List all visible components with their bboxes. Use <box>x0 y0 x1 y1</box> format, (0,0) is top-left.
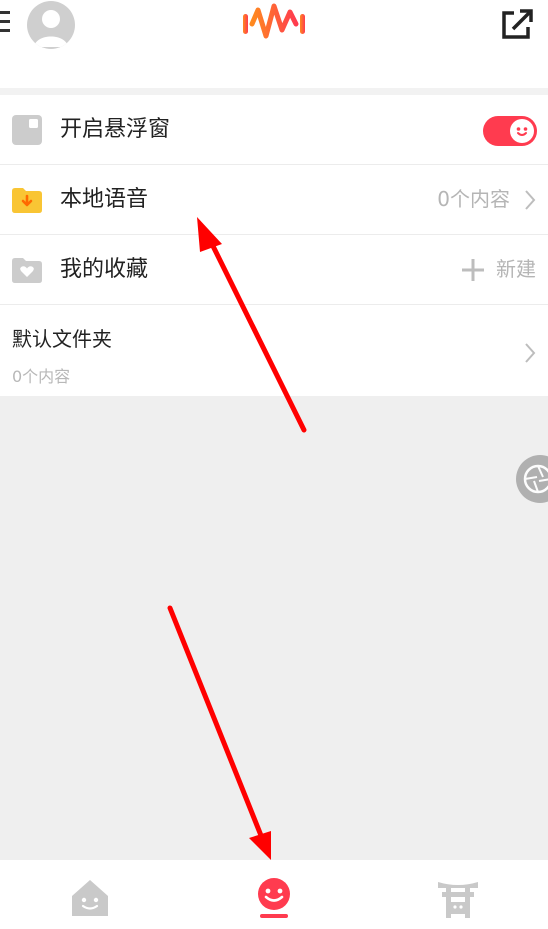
toggle-knob <box>510 119 534 143</box>
home-face-icon[interactable] <box>68 876 112 920</box>
floating-ball-button[interactable] <box>516 455 548 503</box>
heart-folder-icon <box>12 258 42 283</box>
smile-face-icon <box>516 127 528 136</box>
floating-window-toggle[interactable] <box>483 116 537 146</box>
soundwave-logo-icon <box>243 3 305 39</box>
menu-icon[interactable] <box>0 9 10 35</box>
top-bar <box>0 0 548 88</box>
bottom-tab-bar <box>0 860 548 929</box>
favorites-label: 我的收藏 <box>60 257 149 282</box>
plus-icon[interactable] <box>462 259 484 281</box>
default-folder-row[interactable]: 默认文件夹 0个内容 <box>0 305 548 397</box>
floating-window-icon <box>12 115 42 145</box>
default-folder-title: 默认文件夹 <box>12 327 112 351</box>
local-voice-count: 0个内容 <box>437 187 510 211</box>
share-icon[interactable] <box>500 7 536 41</box>
chevron-right-icon <box>525 190 536 210</box>
avatar-icon <box>34 10 68 47</box>
shrine-gate-icon[interactable] <box>436 876 480 920</box>
floating-window-row[interactable]: 开启悬浮窗 <box>0 95 548 165</box>
local-voice-label: 本地语音 <box>60 187 149 212</box>
default-folder-count: 0个内容 <box>12 367 71 386</box>
empty-content-area <box>0 396 548 860</box>
local-voice-row[interactable]: 本地语音 0个内容 <box>0 165 548 235</box>
chevron-right-icon <box>525 343 536 363</box>
avatar[interactable] <box>27 1 75 49</box>
settings-list: 开启悬浮窗 本地语音 0个内容 我的收藏 新建 默认文件夹 0个内容 <box>0 95 548 397</box>
header-divider <box>0 88 548 95</box>
download-folder-icon <box>12 188 42 213</box>
favorites-row[interactable]: 我的收藏 新建 <box>0 235 548 305</box>
floating-window-label: 开启悬浮窗 <box>60 117 171 142</box>
aperture-icon <box>523 464 548 494</box>
smile-face-icon[interactable] <box>252 876 296 920</box>
new-folder-button[interactable]: 新建 <box>496 235 536 304</box>
